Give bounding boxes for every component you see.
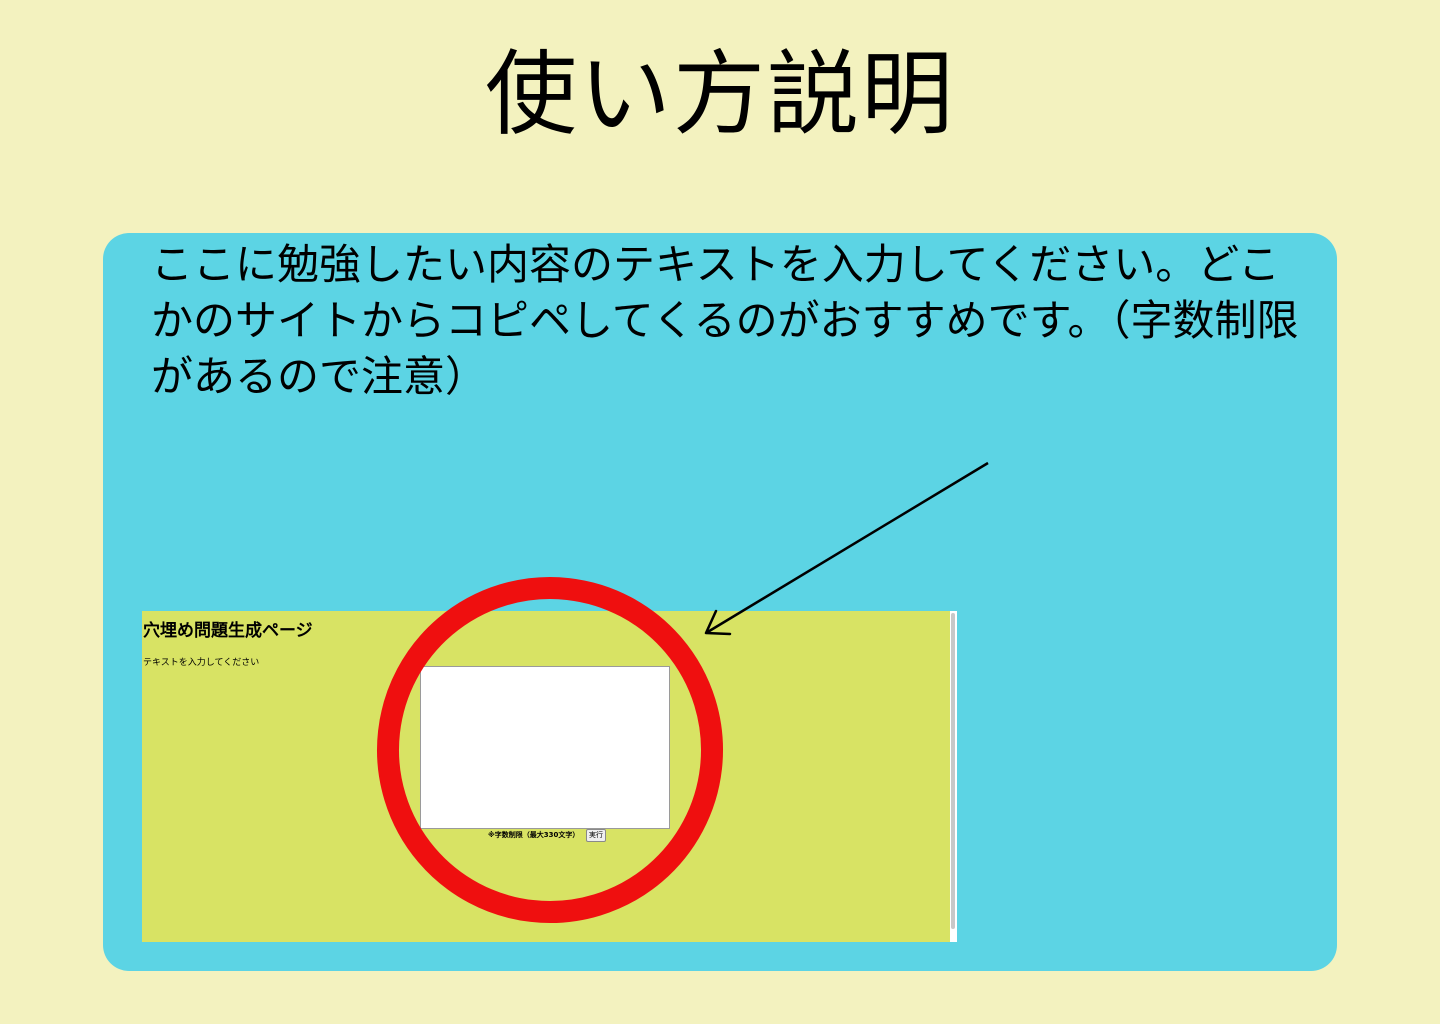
pointer-arrow-icon xyxy=(704,461,989,636)
annotation-overlay xyxy=(377,461,989,923)
highlight-circle xyxy=(377,577,723,923)
